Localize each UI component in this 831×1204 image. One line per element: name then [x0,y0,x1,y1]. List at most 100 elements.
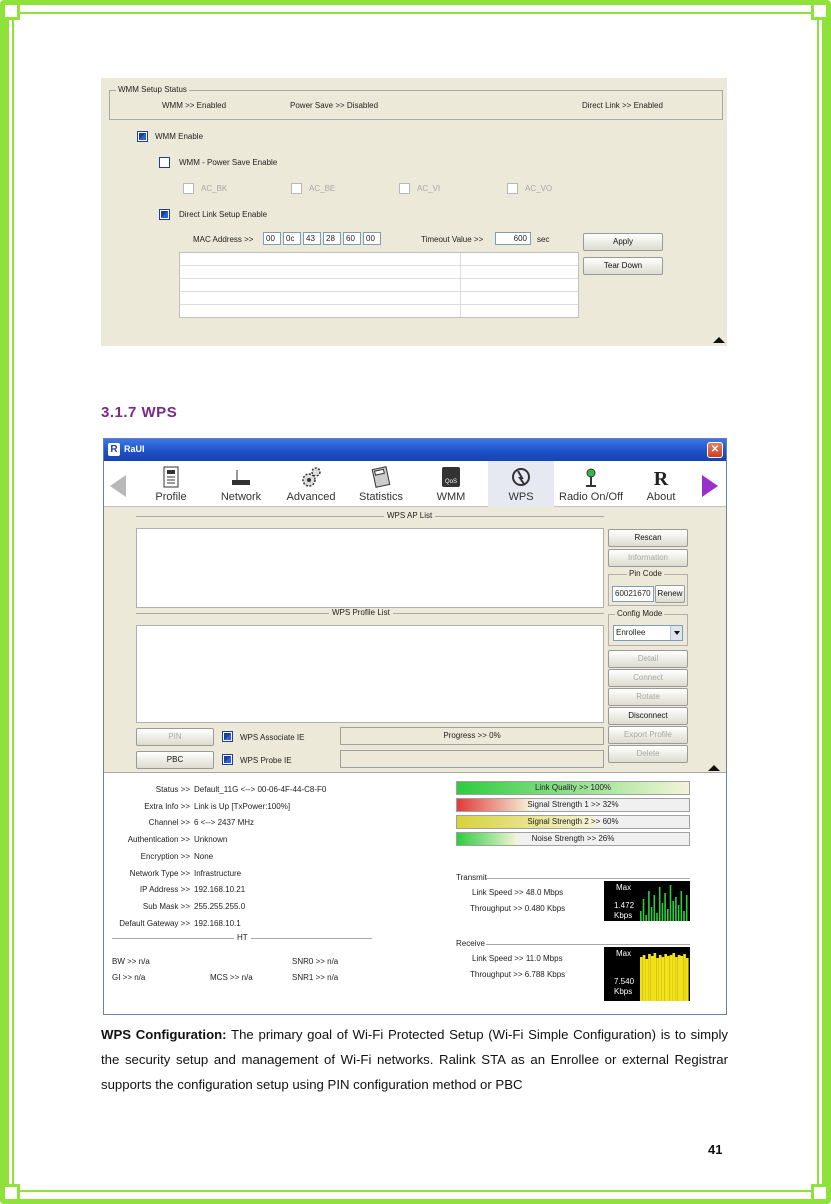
bw-value: BW >> n/a [112,957,150,966]
tx-graph-bar [672,901,674,921]
wmm-setup-status-group: WMM Setup Status WMM >> Enabled Power Sa… [109,85,723,120]
ac-vo-checkbox[interactable] [507,183,518,194]
paragraph-lead: WPS Configuration: [101,1027,227,1042]
wps-ap-list-title: WPS AP List [384,511,436,520]
svg-text:R: R [654,468,669,488]
ac-bk-checkbox[interactable] [183,183,194,194]
window-title: RaUI [124,444,145,454]
wps-associate-ie-checkbox[interactable] [222,731,233,742]
rx-graph-bar [664,954,667,1001]
frame-stripe-left [5,18,9,1186]
mcs-value: MCS >> n/a [210,973,253,982]
rx-graph-bar [667,956,670,1001]
signal-bar: Noise Strength >> 26% [456,832,690,846]
network-icon [232,470,250,485]
status-value: 255.255.255.0 [194,901,246,911]
direct-link-enable-checkbox[interactable] [159,209,170,220]
mac-octet-1[interactable]: 00 [263,232,281,245]
rx-throughput: Throughput >> 6.788 Kbps [470,970,566,979]
timeout-input[interactable]: 600 [495,232,531,245]
tab-profile[interactable]: Profile [138,461,204,507]
wps-icon [512,468,530,486]
status-key: Status >> [155,785,190,794]
config-mode-value: Enrollee [616,628,646,637]
tx-graph-value: 1.472 [614,901,635,910]
rx-graph-bar [683,954,686,1001]
ac-vi-checkbox[interactable] [399,183,410,194]
mac-octet-6[interactable]: 00 [363,232,381,245]
rx-link-speed: Link Speed >> 11.0 Mbps [472,954,563,963]
wps-associate-ie-label: WPS Associate IE [240,733,305,742]
tab-wps[interactable]: WPS [488,461,554,507]
mac-octet-5[interactable]: 60 [343,232,361,245]
tab-statistics-label: Statistics [358,491,403,503]
mac-octet-4[interactable]: 28 [323,232,341,245]
tab-about-label: About [646,491,676,503]
rescan-button[interactable]: Rescan [608,529,688,547]
forward-arrow-icon[interactable] [702,475,718,497]
tab-radio-onoff[interactable]: Radio On/Off [558,461,624,507]
tx-graph-bar [661,903,664,921]
mac-octet-2[interactable]: 0c [283,232,301,245]
tx-graph-bar [677,905,680,921]
delete-button[interactable]: Delete [608,745,688,763]
status-pane: Status >> Default_11G <--> 00-06-4F-44-C8… [104,772,726,1014]
status-value: Link is Up [TxPower:100%] [194,801,291,811]
wmm-enable-checkbox[interactable] [137,131,148,142]
wps-ap-list[interactable] [136,528,604,608]
direct-link-list[interactable] [179,252,579,318]
tx-graph-bar [664,893,666,921]
tab-about[interactable]: R About [628,461,694,507]
back-arrow-icon[interactable] [110,475,126,497]
ac-bk-label: AC_BK [201,184,228,193]
config-mode-legend: Config Mode [615,609,665,618]
tab-advanced[interactable]: Advanced [278,461,344,507]
ht-title: HT [234,933,251,942]
tab-statistics[interactable]: Statistics [348,461,414,507]
status-key: Default Gateway >> [119,918,190,928]
tear-down-button[interactable]: Tear Down [583,257,663,275]
rotate-button[interactable]: Rotate [608,688,688,706]
tx-graph-bar [667,909,669,921]
information-button[interactable]: Information [608,549,688,567]
disconnect-button[interactable]: Disconnect [608,707,688,725]
rx-graph-bar [650,956,654,1001]
config-mode-group: Config Mode Enrollee [608,609,688,646]
wps-probe-ie-checkbox[interactable] [222,754,233,765]
snr1-value: SNR1 >> n/a [292,973,339,982]
collapse-arrow-icon[interactable] [713,337,725,343]
rx-graph-bar [669,955,673,1001]
tx-graph-bar [653,895,656,921]
wps-profile-list[interactable] [136,625,604,723]
pin-code-field[interactable]: 60021670 [612,586,654,602]
mac-octet-3[interactable]: 43 [303,232,321,245]
config-mode-select[interactable]: Enrollee [613,625,683,641]
pbc-button[interactable]: PBC [136,751,214,769]
body-paragraph: WPS Configuration: The primary goal of W… [101,1022,728,1097]
tx-graph-bar [645,915,647,921]
tab-network[interactable]: Network [208,461,274,507]
connect-button[interactable]: Connect [608,669,688,687]
tx-graph-bar [658,887,661,921]
detail-button[interactable]: Detail [608,650,688,668]
signal-bar-label: Link Quality >> 100% [534,783,612,792]
chevron-down-icon[interactable] [670,626,682,640]
pin-code-legend: Pin Code [627,569,664,578]
renew-button[interactable]: Renew [655,585,685,603]
tab-wmm[interactable]: QoS WMM [418,461,484,507]
receive-rule [486,944,690,945]
pin-button[interactable]: PIN [136,728,214,746]
collapse-status-arrow-icon[interactable] [708,765,720,771]
gi-value: GI >> n/a [112,973,146,982]
status-value: 192.168.10.21 [194,885,246,895]
ac-be-checkbox[interactable] [291,183,302,194]
frame-corner-tl [2,2,20,20]
export-profile-button[interactable]: Export Profile [608,726,688,744]
status-value: None [194,851,214,861]
status-key: Sub Mask >> [142,901,190,911]
close-button[interactable]: ✕ [707,442,723,458]
apply-button[interactable]: Apply [583,233,663,251]
rx-graph-bar [656,958,659,1001]
power-save-enable-checkbox[interactable] [159,157,170,168]
tab-radio-onoff-label: Radio On/Off [559,491,623,503]
